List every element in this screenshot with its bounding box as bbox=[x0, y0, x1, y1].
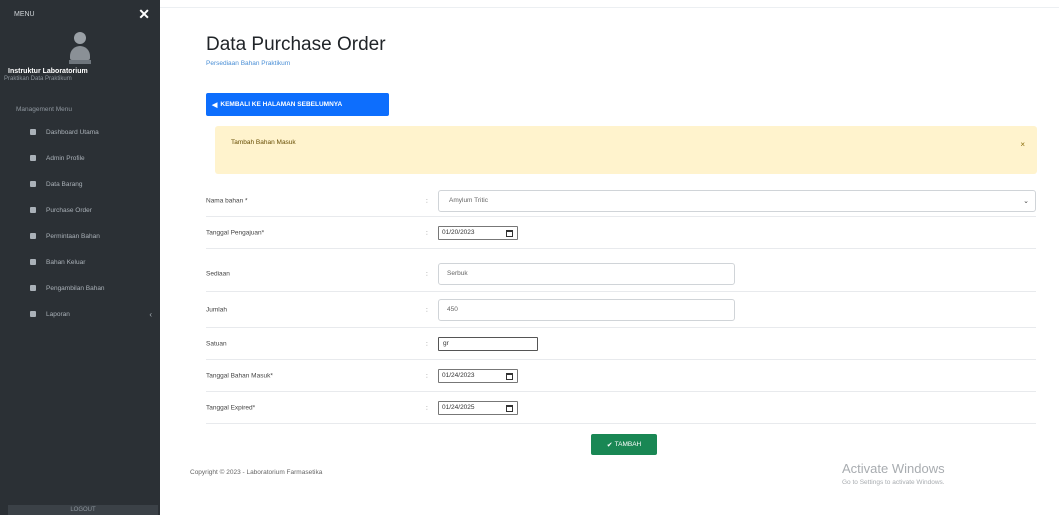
sidebar-item-purchase-order[interactable]: Purchase Order bbox=[0, 197, 160, 223]
logout-button[interactable]: LOGOUT bbox=[8, 505, 158, 515]
close-icon[interactable]: × bbox=[1020, 140, 1025, 149]
sidebar-item-label: Dashboard Utama bbox=[46, 128, 99, 136]
form-row-jumlah: Jumlah : 450 bbox=[206, 292, 1036, 328]
sidebar-item-data-barang[interactable]: Data Barang bbox=[0, 171, 160, 197]
tanggal-expired-label: Tanggal Expired* bbox=[206, 404, 256, 411]
calendar-icon[interactable] bbox=[506, 372, 513, 380]
sediaan-input[interactable]: Serbuk bbox=[438, 262, 735, 285]
sidebar-header: MENU ✕ bbox=[0, 0, 160, 28]
sidebar-item-label: Admin Profile bbox=[46, 154, 85, 162]
main-content: Data Purchase Order Persediaan Bahan Pra… bbox=[160, 0, 1059, 515]
sidebar-section-title: Management Menu bbox=[16, 106, 73, 113]
sidebar-user: Instruktur Laboratorium Praktikan Data P… bbox=[0, 28, 160, 82]
form-row-sediaan: Sediaan : Serbuk bbox=[206, 256, 1036, 292]
watermark-subtitle: Go to Settings to activate Windows. bbox=[842, 479, 945, 486]
back-button[interactable]: ◀ KEMBALI KE HALAMAN SEBELUMNYA bbox=[206, 93, 389, 116]
add-button-label: TAMBAH bbox=[614, 441, 642, 448]
tanggal-masuk-input[interactable]: 01/24/2023 bbox=[438, 368, 518, 383]
page-title: Data Purchase Order bbox=[206, 34, 386, 55]
colon: : bbox=[426, 404, 428, 411]
report-icon bbox=[30, 311, 36, 317]
colon: : bbox=[426, 372, 428, 379]
alert-text: Tambah Bahan Masuk bbox=[231, 139, 296, 146]
colon: : bbox=[426, 306, 428, 313]
sidebar-item-label: Data Barang bbox=[46, 180, 83, 188]
sidebar-menu: Dashboard Utama Admin Profile Data Baran… bbox=[0, 119, 160, 327]
sidebar-item-label: Pengambilan Bahan bbox=[46, 284, 105, 292]
back-button-label: KEMBALI KE HALAMAN SEBELUMNYA bbox=[220, 101, 343, 108]
jumlah-input[interactable]: 450 bbox=[438, 298, 735, 321]
tanggal-masuk-label: Tanggal Bahan Masuk* bbox=[206, 372, 273, 379]
sediaan-label: Sediaan bbox=[206, 270, 230, 277]
take-icon bbox=[30, 285, 36, 291]
user-icon bbox=[30, 155, 36, 161]
box-icon bbox=[30, 181, 36, 187]
sidebar-item-label: Laporan bbox=[46, 310, 70, 318]
tanggal-expired-input[interactable]: 01/24/2025 bbox=[438, 400, 518, 415]
nama-bahan-label: Nama bahan * bbox=[206, 197, 248, 204]
tanggal-pengajuan-value: 01/20/2023 bbox=[442, 229, 475, 236]
sidebar-item-dashboard[interactable]: Dashboard Utama bbox=[0, 119, 160, 145]
sediaan-value: Serbuk bbox=[447, 270, 468, 277]
dashboard-icon bbox=[30, 129, 36, 135]
sidebar: MENU ✕ Instruktur Laboratorium Praktikan… bbox=[0, 0, 160, 515]
user-name: Instruktur Laboratorium bbox=[8, 68, 88, 75]
jumlah-label: Jumlah bbox=[206, 306, 227, 313]
sidebar-item-admin-profile[interactable]: Admin Profile bbox=[0, 145, 160, 171]
form-row-satuan: Satuan : gr bbox=[206, 328, 1036, 360]
arrow-left-icon: ◀ bbox=[212, 101, 218, 109]
form-row-nama-bahan: Nama bahan * : Amylum Tritic ⌄ bbox=[206, 185, 1036, 217]
satuan-label: Satuan bbox=[206, 340, 227, 347]
satuan-value: gr bbox=[443, 340, 449, 347]
colon: : bbox=[426, 270, 428, 277]
top-bar bbox=[160, 0, 1059, 8]
form-row-tanggal-expired: Tanggal Expired* : 01/24/2025 bbox=[206, 392, 1036, 424]
calendar-icon[interactable] bbox=[506, 229, 513, 237]
check-icon: ✔ bbox=[606, 441, 613, 449]
sidebar-item-label: Purchase Order bbox=[46, 206, 92, 214]
chevron-left-icon: ‹ bbox=[149, 309, 152, 319]
copyright-text: Copyright © 2023 - Laboratorium Farmaset… bbox=[190, 469, 323, 476]
jumlah-value: 450 bbox=[447, 306, 458, 313]
sidebar-header-label: MENU bbox=[14, 10, 35, 18]
add-button[interactable]: ✔ TAMBAH bbox=[591, 434, 657, 455]
form-row-tanggal-pengajuan: Tanggal Pengajuan* : 01/20/2023 bbox=[206, 217, 1036, 249]
avatar-icon bbox=[69, 32, 91, 64]
tanggal-expired-value: 01/24/2025 bbox=[442, 404, 475, 411]
cart-icon bbox=[30, 207, 36, 213]
tanggal-pengajuan-label: Tanggal Pengajuan* bbox=[206, 229, 265, 236]
watermark-title: Activate Windows bbox=[842, 461, 945, 476]
sidebar-item-bahan-keluar[interactable]: Bahan Keluar bbox=[0, 249, 160, 275]
form-row-tanggal-masuk: Tanggal Bahan Masuk* : 01/24/2023 bbox=[206, 360, 1036, 392]
colon: : bbox=[426, 340, 428, 347]
sidebar-item-pengambilan-bahan[interactable]: Pengambilan Bahan bbox=[0, 275, 160, 301]
colon: : bbox=[426, 229, 428, 236]
colon: : bbox=[426, 197, 428, 204]
sidebar-item-permintaan-bahan[interactable]: Permintaan Bahan bbox=[0, 223, 160, 249]
sidebar-item-label: Permintaan Bahan bbox=[46, 232, 100, 240]
tanggal-pengajuan-input[interactable]: 01/20/2023 bbox=[438, 225, 518, 240]
windows-activation-watermark: Activate Windows Go to Settings to activ… bbox=[842, 461, 945, 486]
user-role: Praktikan Data Praktikum bbox=[4, 76, 72, 82]
alert-box: Tambah Bahan Masuk × bbox=[215, 126, 1037, 174]
chevron-down-icon: ⌄ bbox=[1023, 197, 1029, 205]
calendar-icon[interactable] bbox=[506, 404, 513, 412]
satuan-input[interactable]: gr bbox=[438, 336, 538, 351]
page-subtitle[interactable]: Persediaan Bahan Praktikum bbox=[206, 60, 290, 67]
close-icon[interactable]: ✕ bbox=[138, 7, 150, 21]
request-icon bbox=[30, 233, 36, 239]
tanggal-masuk-value: 01/24/2023 bbox=[442, 372, 475, 379]
export-icon bbox=[30, 259, 36, 265]
sidebar-item-laporan[interactable]: Laporan ‹ bbox=[0, 301, 160, 327]
nama-bahan-select[interactable]: Amylum Tritic ⌄ bbox=[438, 189, 1036, 212]
sidebar-item-label: Bahan Keluar bbox=[46, 258, 86, 266]
nama-bahan-value: Amylum Tritic bbox=[449, 197, 488, 204]
